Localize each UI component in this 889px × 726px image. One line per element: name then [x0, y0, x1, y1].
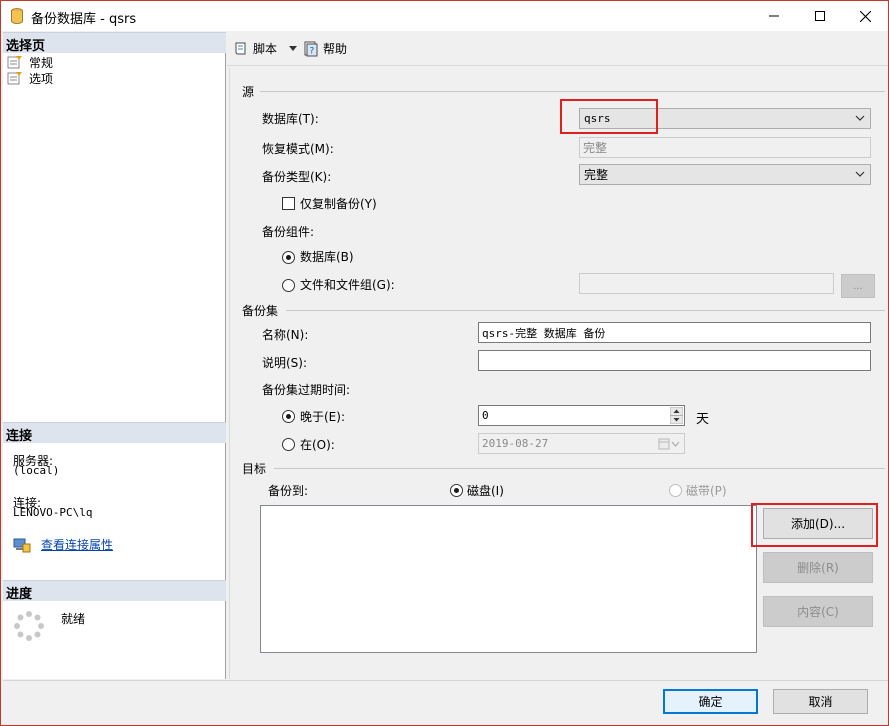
maximize-icon [815, 11, 825, 21]
backup-type-value: 完整 [584, 168, 609, 182]
browse-file-groups-button[interactable]: ... [841, 274, 875, 298]
destination-group-title: 目标 [242, 462, 267, 476]
ok-button[interactable]: 确定 [663, 689, 758, 714]
expire-days-stepper[interactable]: 0 [478, 405, 685, 426]
right-pane: 脚本 ? 帮助 源 数据库(T): qsrs 恢复模式(M): 完整 备份类型(… [227, 32, 888, 679]
close-icon [859, 10, 871, 22]
dropdown-arrow-icon [289, 46, 298, 51]
minimize-button[interactable] [751, 1, 797, 31]
backup-set-group-title: 备份集 [242, 304, 279, 318]
backup-set-divider [286, 310, 885, 311]
database-label: 数据库(T): [262, 112, 319, 126]
file-groups-field [579, 273, 834, 294]
expire-after-label: 晚于(E): [300, 410, 345, 424]
page-icon [7, 56, 22, 69]
script-icon [235, 42, 246, 54]
recovery-model-value: 完整 [583, 141, 608, 155]
progress-status: 就绪 [61, 612, 86, 626]
source-group-title: 源 [242, 85, 255, 99]
server-value: (local) [13, 464, 60, 477]
script-label: 脚本 [253, 42, 278, 56]
expire-date-picker: 2019-08-27 [478, 433, 685, 454]
component-database-radio[interactable] [282, 251, 295, 264]
description-input[interactable] [478, 350, 871, 371]
script-button[interactable]: 脚本 [233, 40, 298, 57]
backup-type-label: 备份类型(K): [262, 170, 332, 184]
expire-days-value: 0 [482, 409, 489, 422]
expire-days-unit: 天 [696, 412, 710, 427]
recovery-model-field: 完整 [579, 137, 871, 158]
backup-database-window: 备份数据库 - qsrs 选择页 常规 选项 连接 服务器: (local) 连… [0, 0, 889, 726]
chevron-down-icon [855, 171, 865, 177]
progress-header: 进度 [3, 580, 226, 602]
backup-to-disk-label: 磁盘(I) [467, 484, 504, 498]
backup-to-tape-radio [669, 484, 682, 497]
svg-text:?: ? [310, 46, 315, 56]
expire-after-radio[interactable] [282, 410, 295, 423]
page-item-options[interactable]: 选项 [7, 70, 53, 86]
window-title: 备份数据库 - qsrs [31, 12, 137, 27]
connection-properties-icon [13, 538, 31, 553]
backup-name-input[interactable]: qsrs-完整 数据库 备份 [478, 322, 871, 343]
close-button[interactable] [842, 1, 888, 31]
expire-date-value: 2019-08-27 [482, 437, 549, 450]
highlight-add-button [751, 503, 878, 547]
component-files-radio[interactable] [282, 279, 295, 292]
minimize-icon [769, 15, 779, 17]
view-connection-properties-link[interactable]: 查看连接属性 [41, 536, 113, 553]
destination-divider [274, 468, 885, 469]
expire-on-label: 在(O): [300, 438, 335, 452]
component-database-label: 数据库(B) [300, 250, 354, 264]
calendar-dropdown-icon [658, 438, 680, 450]
chevron-down-icon [855, 115, 865, 121]
page-item-label: 选项 [29, 71, 54, 86]
backup-to-label: 备份到: [268, 484, 309, 498]
page-item-label: 常规 [29, 55, 54, 70]
description-label: 说明(S): [262, 356, 308, 370]
component-files-label: 文件和文件组(G): [300, 278, 395, 292]
left-pane: 选择页 常规 选项 连接 服务器: (local) 连接: LENOVO-PC\… [3, 32, 226, 679]
connection-value: LENOVO-PC\lq [13, 506, 93, 519]
recovery-model-label: 恢复模式(M): [262, 142, 334, 156]
highlight-database-select [560, 99, 658, 134]
help-label: 帮助 [323, 42, 348, 56]
page-icon [7, 72, 22, 85]
backup-name-label: 名称(N): [262, 328, 309, 342]
dialog-footer: 确定 取消 [3, 680, 888, 725]
toolbar: 脚本 ? 帮助 [227, 32, 888, 66]
database-cylinder-icon [11, 8, 23, 24]
backup-type-select[interactable]: 完整 [579, 164, 871, 185]
select-page-header: 选择页 [3, 32, 226, 54]
help-icon: ? [304, 41, 318, 56]
progress-spinner-icon [14, 611, 44, 641]
copy-only-label: 仅复制备份(Y) [300, 197, 377, 211]
backup-component-label: 备份组件: [262, 225, 315, 239]
maximize-button[interactable] [797, 1, 843, 31]
page-item-general[interactable]: 常规 [7, 54, 53, 70]
connection-header: 连接 [3, 422, 226, 444]
title-bar: 备份数据库 - qsrs [1, 1, 888, 31]
backup-to-disk-radio[interactable] [450, 484, 463, 497]
cancel-button[interactable]: 取消 [773, 689, 868, 714]
help-button[interactable]: ? 帮助 [303, 40, 347, 57]
expiration-label: 备份集过期时间: [262, 383, 351, 397]
spin-arrows-icon [670, 407, 683, 424]
expire-on-radio[interactable] [282, 438, 295, 451]
general-page-content: 源 数据库(T): qsrs 恢复模式(M): 完整 备份类型(K): 完整 仅… [229, 68, 888, 679]
destination-list[interactable] [260, 505, 757, 653]
source-divider [260, 91, 885, 92]
backup-to-tape-label: 磁带(P) [686, 484, 727, 498]
copy-only-checkbox[interactable] [282, 197, 295, 210]
remove-destination-button: 删除(R) [763, 552, 873, 583]
contents-button: 内容(C) [763, 596, 873, 627]
